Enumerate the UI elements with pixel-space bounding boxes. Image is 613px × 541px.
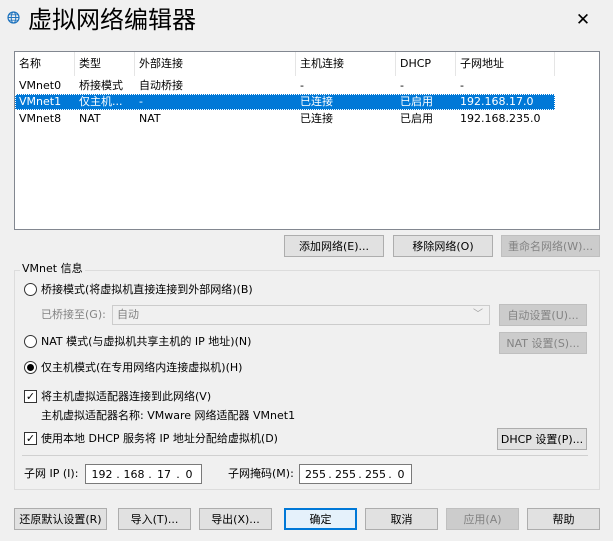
connect-adapter-checkbox[interactable]: ✓ — [24, 390, 37, 403]
rename-network-button[interactable]: 重命名网络(W)... — [501, 235, 600, 257]
import-button[interactable]: 导入(T)... — [118, 508, 191, 530]
nat-settings-button[interactable]: NAT 设置(S)... — [499, 332, 587, 354]
row-type: 仅主机... — [79, 95, 123, 108]
row-dhcp: - — [400, 79, 404, 92]
nat-mode-label[interactable]: NAT 模式(与虚拟机共享主机的 IP 地址)(N) — [41, 335, 251, 349]
window-title: 虚拟网络编辑器 — [28, 6, 196, 34]
ip-octet: 192 — [91, 467, 113, 481]
add-network-button[interactable]: 添加网络(E)... — [284, 235, 384, 257]
row-type: 桥接模式 — [79, 79, 123, 92]
subnet-mask-label: 子网掩码(M): — [228, 467, 294, 480]
bridged-mode-label[interactable]: 桥接模式(将虚拟机直接连接到外部网络)(B) — [41, 283, 253, 297]
host-only-mode-label[interactable]: 仅主机模式(在专用网络内连接虚拟机)(H) — [41, 361, 242, 375]
title-bar: 虚拟网络编辑器 ✕ — [0, 0, 613, 40]
dhcp-settings-button[interactable]: DHCP 设置(P)... — [497, 428, 587, 450]
help-button[interactable]: 帮助 — [527, 508, 600, 530]
row-host: 已连接 — [300, 112, 333, 125]
export-button[interactable]: 导出(X)... — [199, 508, 272, 530]
remove-network-button[interactable]: 移除网络(O) — [393, 235, 493, 257]
row-name: VMnet8 — [19, 112, 62, 125]
nat-mode-radio[interactable] — [24, 335, 37, 348]
apply-button[interactable]: 应用(A) — [446, 508, 519, 530]
auto-settings-button[interactable]: 自动设置(U)... — [499, 304, 587, 326]
subnet-ip-input[interactable]: 192 . 168 . 17 . 0 — [85, 464, 202, 484]
column-header-host[interactable]: 主机连接 — [296, 52, 396, 76]
ip-octet: 0 — [185, 467, 193, 481]
mask-octet: 255 — [365, 467, 386, 481]
row-name: VMnet0 — [19, 79, 62, 92]
ok-button[interactable]: 确定 — [284, 508, 357, 530]
row-subnet: 192.168.17.0 — [460, 95, 534, 108]
column-header-subnet[interactable]: 子网地址 — [456, 52, 555, 76]
row-name: VMnet1 — [19, 95, 62, 108]
host-only-mode-radio[interactable] — [24, 361, 37, 374]
chevron-down-icon: ﹀ — [473, 309, 483, 320]
adapter-name-label: 主机虚拟适配器名称: VMware 网络适配器 VMnet1 — [41, 409, 296, 422]
table-row-selected[interactable]: VMnet1 仅主机... - 已连接 已启用 192.168.17.0 — [15, 94, 555, 110]
table-row[interactable]: VMnet0 桥接模式 自动桥接 - - - — [15, 78, 555, 94]
subnet-mask-input[interactable]: 255 . 255 . 255 . 0 — [299, 464, 412, 484]
mask-octet: 255 — [305, 467, 326, 481]
use-dhcp-checkbox[interactable]: ✓ — [24, 432, 37, 445]
column-header-external[interactable]: 外部连接 — [135, 52, 296, 76]
vmnet-info-group — [14, 270, 600, 490]
mask-octet: 255 — [335, 467, 356, 481]
network-list[interactable]: 名称 类型 外部连接 主机连接 DHCP 子网地址 VMnet0 桥接模式 自动… — [14, 51, 600, 230]
checkmark-icon: ✓ — [25, 432, 36, 445]
divider — [22, 455, 588, 456]
row-host: - — [300, 79, 304, 92]
column-header-name[interactable]: 名称 — [15, 52, 75, 76]
row-host: 已连接 — [300, 95, 333, 108]
bridged-to-label: 已桥接至(G): — [41, 308, 106, 321]
column-header-dhcp[interactable]: DHCP — [396, 52, 456, 76]
row-subnet: 192.168.235.0 — [460, 112, 541, 125]
subnet-ip-label: 子网 IP (I): — [24, 467, 79, 480]
list-header: 名称 类型 外部连接 主机连接 DHCP 子网地址 — [15, 52, 599, 76]
bridged-mode-radio[interactable] — [24, 283, 37, 296]
table-row[interactable]: VMnet8 NAT NAT 已连接 已启用 192.168.235.0 — [15, 111, 555, 127]
row-external: - — [139, 95, 143, 108]
row-external: 自动桥接 — [139, 79, 183, 92]
row-dhcp: 已启用 — [400, 95, 433, 108]
restore-defaults-button[interactable]: 还原默认设置(R) — [14, 508, 107, 530]
checkmark-icon: ✓ — [25, 390, 36, 403]
cancel-button[interactable]: 取消 — [365, 508, 438, 530]
close-button[interactable]: ✕ — [566, 6, 600, 34]
mask-octet: 0 — [397, 467, 405, 481]
row-external: NAT — [139, 112, 161, 125]
bridged-to-value: 自动 — [117, 308, 139, 321]
connect-adapter-label[interactable]: 将主机虚拟适配器连接到此网络(V) — [41, 390, 211, 404]
close-icon: ✕ — [575, 10, 591, 30]
network-globe-icon — [7, 11, 20, 24]
row-type: NAT — [79, 112, 101, 125]
use-dhcp-label[interactable]: 使用本地 DHCP 服务将 IP 地址分配给虚拟机(D) — [41, 432, 278, 446]
vmnet-info-legend: VMnet 信息 — [20, 262, 85, 276]
column-header-type[interactable]: 类型 — [75, 52, 135, 76]
ip-octet: 168 — [123, 467, 145, 481]
row-dhcp: 已启用 — [400, 112, 433, 125]
row-subnet: - — [460, 79, 464, 92]
ip-octet: 17 — [157, 467, 171, 481]
bridged-to-select[interactable]: 自动 ﹀ — [112, 305, 490, 325]
